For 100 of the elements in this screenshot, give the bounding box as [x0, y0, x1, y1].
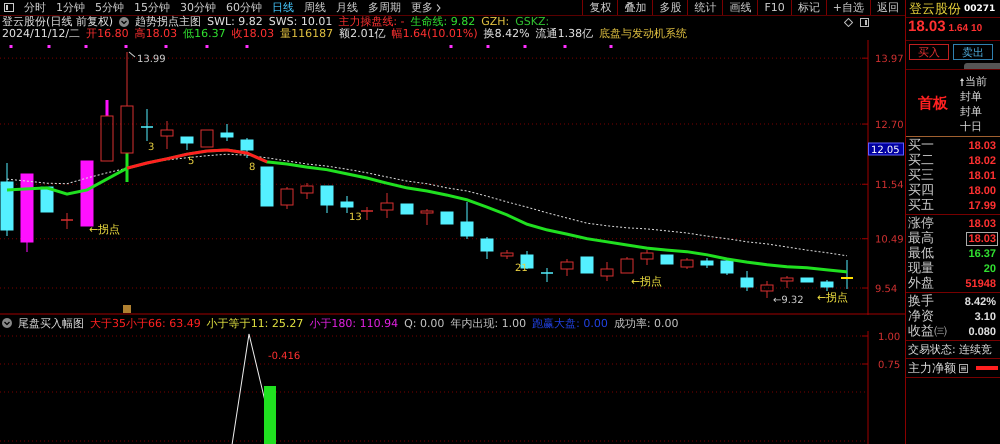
last-price: 18.03 — [908, 18, 946, 35]
candlestick — [260, 166, 274, 206]
list-icon[interactable] — [959, 364, 968, 372]
chart-title-item: 生命线: 9.82 — [410, 16, 476, 28]
candlestick — [141, 108, 153, 142]
candlestick — [61, 212, 73, 230]
dropdown-icon[interactable] — [119, 17, 130, 27]
bid-price: 17.99 — [967, 198, 997, 212]
stat-value: 51948 — [964, 276, 997, 290]
candlestick — [160, 120, 174, 150]
indicator-bar — [264, 386, 276, 444]
bid-price: 18.01 — [967, 168, 997, 182]
axis-label: 1.00 — [878, 332, 900, 343]
candlestick — [280, 186, 294, 210]
indicator-value: 年内出现: 1.00 — [450, 316, 526, 330]
stat-label: 最高 — [908, 231, 934, 246]
stock-name: 登云股份 — [909, 0, 961, 18]
bid-label: 买三 — [908, 168, 934, 183]
chart-title-item: SWL: 9.82 — [207, 16, 263, 28]
axis-label: 10.49 — [875, 234, 904, 246]
chart-annotation: ←拐点 — [817, 291, 848, 304]
quote-item: 量116187 — [280, 28, 334, 40]
candlestick — [640, 250, 654, 266]
trade-status: 交易状态: 连续竞 — [908, 342, 992, 357]
marker-icon — [123, 305, 131, 313]
note-text: 当前 — [965, 74, 987, 89]
ratio-value: 3.10 — [974, 310, 997, 324]
diamond-icon[interactable] — [844, 18, 853, 26]
buy-button[interactable]: 买入 — [909, 44, 949, 60]
chart-title-item: SWS: 10.01 — [268, 16, 332, 28]
candlestick — [620, 256, 634, 274]
bid-price: 18.00 — [967, 184, 997, 198]
window-icon[interactable] — [860, 18, 869, 26]
candlestick — [400, 204, 414, 214]
quote-item: 额2.01亿 — [339, 28, 386, 40]
chart-annotation: ←拐点 — [89, 223, 120, 236]
candlestick — [100, 100, 114, 162]
sell-button[interactable]: 卖出 — [953, 44, 993, 60]
bid-label: 买四 — [908, 183, 934, 198]
ratio-label: 净资 — [908, 309, 934, 324]
candlestick — [720, 258, 734, 276]
quote-item: 流通1.38亿 — [536, 28, 594, 40]
indicator-value: 跑赢大盘: 0.00 — [532, 316, 608, 330]
chart-annotation: 21 — [515, 263, 528, 274]
axis-label: 13.97 — [875, 54, 904, 66]
candlestick — [820, 280, 834, 292]
candlestick — [500, 250, 514, 260]
net-flow-bar — [976, 366, 998, 370]
chart-annotation: 13 — [349, 212, 362, 223]
axis-label: 9.54 — [875, 284, 898, 296]
menu-icon[interactable] — [4, 3, 14, 12]
up-arrow-icon — [960, 78, 964, 86]
candlestick — [560, 258, 574, 276]
price-change: 1.64 — [948, 23, 968, 34]
bar-value-label: -0.416 — [268, 351, 300, 362]
stock-code: 00271 — [964, 4, 996, 14]
axis-label: 12.70 — [875, 120, 904, 132]
bid-label: 买一 — [908, 138, 934, 153]
leader-line — [128, 52, 136, 58]
ratio-label: 收益㈢ — [908, 324, 947, 339]
chart-annotation: 8 — [249, 162, 256, 173]
quote-item: 开16.80 — [86, 28, 129, 40]
ratio-label: 换手 — [908, 294, 934, 309]
stat-label: 涨停 — [908, 216, 934, 231]
candlestick — [600, 262, 614, 282]
note-text: 封单 — [960, 89, 982, 104]
bid-label: 买二 — [908, 153, 934, 168]
price-tag: 12.05 — [868, 142, 904, 156]
ratio-value: 8.42% — [964, 294, 997, 308]
candlestick — [541, 268, 553, 282]
candlestick — [760, 280, 774, 298]
candlestick — [80, 160, 94, 226]
chart-annotation: 3 — [148, 142, 154, 153]
chart-title-item: 主力操盘线: - — [338, 16, 404, 28]
candlestick — [240, 138, 254, 158]
quote-item: 底盘与发动机系统 — [599, 28, 688, 40]
candlestick — [740, 270, 754, 292]
indicator-value: 大于35小于66: 63.49 — [90, 316, 201, 330]
change-percent: 10 — [971, 23, 982, 34]
indicator-value: 小于180: 110.94 — [309, 316, 398, 330]
bid-label: 买五 — [908, 198, 934, 213]
candlestick — [480, 236, 494, 260]
note-text: 封单 — [960, 104, 982, 119]
candlestick — [460, 202, 474, 240]
candlestick — [700, 258, 714, 268]
chevron-icon — [436, 4, 441, 12]
indicator-value: Q: 0.00 — [404, 316, 444, 330]
candlestick — [780, 276, 794, 288]
candlestick — [320, 186, 334, 214]
candlestick — [660, 254, 674, 264]
stat-value: 18.03 — [966, 232, 998, 246]
candlestick — [380, 192, 394, 218]
stat-label: 外盘 — [908, 276, 934, 291]
chart-title-item: 登云股份(日线 前复权) — [2, 16, 114, 28]
stat-label: 现量 — [908, 261, 934, 276]
chart-annotation: 5 — [188, 156, 194, 167]
candlestick — [340, 196, 354, 214]
indicator-value: 成功率: 0.00 — [614, 316, 679, 330]
dropdown-icon[interactable] — [2, 318, 12, 328]
indicator-value: 小于等于11: 25.27 — [206, 316, 304, 330]
